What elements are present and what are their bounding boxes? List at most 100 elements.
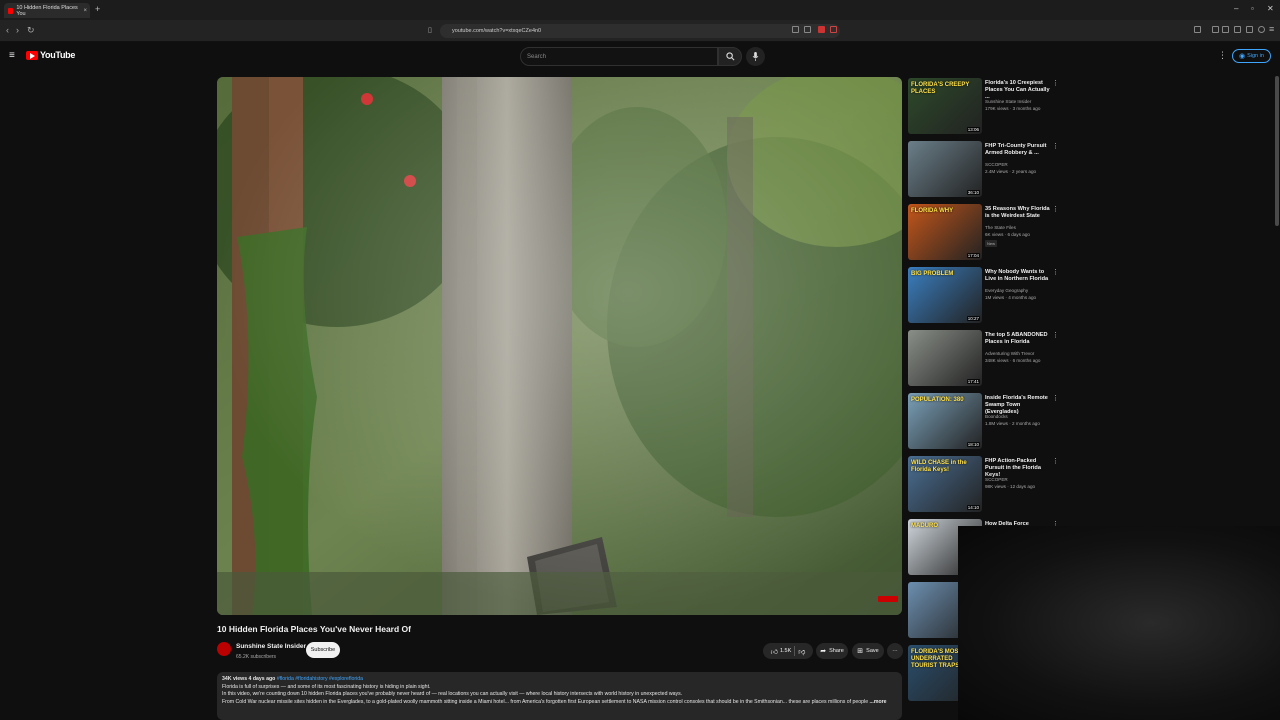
url-text: youtube.com/watch?v=xtxqeCZe4n0: [452, 28, 542, 34]
recommendation-thumbnail[interactable]: FLORIDA WHY 17:04: [908, 204, 982, 260]
tab-title: 10 Hidden Florida Places You: [16, 4, 78, 17]
video-duration: 36:10: [966, 190, 980, 195]
dislike-button[interactable]: 👎︎: [798, 647, 805, 656]
recommendation-item[interactable]: FLORIDA'S CREEPY PLACES 13:06 Florida's 10…: [908, 78, 1059, 134]
extension-icon[interactable]: [792, 26, 799, 33]
channel-name[interactable]: Sunshine State Insider: [236, 643, 306, 650]
recommendation-menu-icon[interactable]: ⋮: [1052, 394, 1059, 402]
recommendation-item[interactable]: WILD CHASE in the Florida Keys! 14:10 FHP …: [908, 456, 1059, 512]
play-icon: [30, 53, 35, 59]
show-more-link[interactable]: ...more: [870, 699, 887, 705]
browser-tabbar: 10 Hidden Florida Places You × + – ▫ ✕: [0, 0, 1280, 20]
recommendation-title: Florida's 10 Creepiest Places You Can Ac…: [985, 80, 1050, 100]
save-button[interactable]: ⊞ Save: [852, 643, 884, 659]
video-duration: 17:04: [966, 253, 980, 258]
reload-icon[interactable]: ↻: [27, 25, 35, 36]
subscribe-button[interactable]: Subscribe: [306, 642, 340, 658]
account-circle-icon: ◉: [1239, 53, 1246, 60]
recommendation-meta: 1M views · 4 months ago: [985, 295, 1037, 300]
recommendation-channel: Sunshine State Insider: [985, 99, 1032, 104]
recommendation-menu-icon[interactable]: ⋮: [1052, 205, 1059, 213]
recommendation-item[interactable]: POPULATION: 380 18:10 Inside Florida's Rem…: [908, 393, 1059, 449]
browser-toolbar: ‹ › ↻ ▯ youtube.com/watch?v=xtxqeCZe4n0 …: [0, 20, 1280, 42]
recommendation-menu-icon[interactable]: ⋮: [1052, 457, 1059, 465]
recommendation-title: FHP Tri-County Pursuit Armed Robbery & .…: [985, 143, 1047, 156]
recommendation-thumbnail[interactable]: BIG PROBLEM 10:27: [908, 267, 982, 323]
leo-icon[interactable]: [1246, 26, 1253, 33]
youtube-favicon-icon: [8, 7, 14, 14]
back-icon[interactable]: ‹: [6, 25, 9, 35]
recommendation-menu-icon[interactable]: ⋮: [1052, 331, 1059, 339]
page-scrollbar[interactable]: [1275, 76, 1279, 226]
hamburger-menu-icon[interactable]: ≡: [9, 50, 15, 61]
recommendation-meta: 6K views · 6 days ago: [985, 232, 1030, 237]
alert-extension-icon[interactable]: [830, 26, 837, 33]
minimize-icon[interactable]: –: [1234, 4, 1238, 13]
recommendation-thumbnail[interactable]: WILD CHASE in the Florida Keys! 14:10: [908, 456, 982, 512]
thumbnail-text: FLORIDA'S CREEPY PLACES: [911, 82, 970, 95]
video-duration: 14:10: [966, 505, 980, 510]
recommendation-menu-icon[interactable]: ⋮: [1052, 79, 1059, 87]
browser-tab[interactable]: 10 Hidden Florida Places You ×: [4, 3, 90, 18]
forward-icon[interactable]: ›: [16, 25, 19, 35]
channel-avatar[interactable]: [217, 642, 231, 656]
description-hashtags[interactable]: #florida #floridahistory #exploreflorida: [277, 676, 363, 682]
address-bar[interactable]: youtube.com/watch?v=xtxqeCZe4n0: [440, 24, 840, 38]
recommendation-thumbnail[interactable]: FLORIDA'S CREEPY PLACES 13:06: [908, 78, 982, 134]
recommendation-title: The top 5 ABANDONED Places in Florida: [985, 332, 1048, 345]
like-dislike-group: 👍︎ 1.5K 👎︎: [763, 643, 813, 659]
sign-in-button[interactable]: ◉ Sign in: [1232, 49, 1271, 63]
recommendation-title: FHP Action-Packed Pursuit in the Florida…: [985, 458, 1041, 478]
recommendation-item[interactable]: 36:10 FHP Tri-County Pursuit Armed Robber…: [908, 141, 1059, 197]
recommendation-item[interactable]: BIG PROBLEM 10:27 Why Nobody Wants to Live…: [908, 267, 1059, 323]
search-button[interactable]: [718, 47, 742, 66]
voice-search-button[interactable]: [746, 47, 765, 66]
video-player[interactable]: [217, 77, 902, 615]
recommendation-item[interactable]: FLORIDA WHY 17:04 35 Reasons Why Florida i…: [908, 204, 1059, 260]
shield-extension-icon[interactable]: [818, 26, 825, 33]
recommendation-thumbnail[interactable]: 17:41: [908, 330, 982, 386]
video-duration: 10:27: [966, 316, 980, 321]
close-tab-icon[interactable]: ×: [83, 8, 87, 14]
more-actions-label: ···: [892, 648, 898, 654]
wallet-icon[interactable]: [1234, 26, 1241, 33]
video-duration: 18:10: [966, 442, 980, 447]
description-meta: 34K views 4 days ago: [222, 676, 276, 682]
extensions-puzzle-icon[interactable]: [1212, 26, 1219, 33]
recommendation-meta: 2.4M views · 2 years ago: [985, 169, 1037, 174]
recommendation-meta: 98K views · 12 days ago: [985, 484, 1036, 489]
recommendation-thumbnail[interactable]: 36:10: [908, 141, 982, 197]
video-description[interactable]: 34K views 4 days ago #florida #floridahi…: [217, 672, 902, 720]
recommendation-meta: 1.8M views · 2 months ago: [985, 421, 1040, 426]
recommendation-thumbnail[interactable]: POPULATION: 380 18:10: [908, 393, 982, 449]
new-tab-button[interactable]: +: [95, 4, 100, 14]
recommendation-menu-icon[interactable]: ⋮: [1052, 142, 1059, 150]
bookmark-icon[interactable]: ▯: [428, 26, 432, 34]
recommendation-channel: The State Files: [985, 225, 1016, 230]
video-duration: 13:06: [966, 127, 980, 132]
maximize-icon[interactable]: ▫: [1251, 4, 1254, 13]
browser-menu-icon[interactable]: ≡: [1269, 24, 1274, 34]
microphone-icon: [752, 52, 759, 61]
recommendation-channel: Adventuring With Trevor: [985, 351, 1035, 356]
youtube-header: ≡ YouTube Search ⋮ ◉ Sign in: [0, 42, 1280, 72]
profile-icon[interactable]: [1258, 26, 1265, 33]
dark-overlay-panel: [958, 526, 1280, 720]
recommendation-item[interactable]: 17:41 The top 5 ABANDONED Places in Flori…: [908, 330, 1059, 386]
description-line-2: In this video, we're counting down 10 hi…: [222, 691, 683, 698]
search-input[interactable]: Search: [520, 47, 718, 66]
recommendation-menu-icon[interactable]: ⋮: [1052, 268, 1059, 276]
share-label: Share: [829, 648, 844, 654]
like-button[interactable]: 👍︎ 1.5K: [771, 647, 792, 656]
logo-text: YouTube: [40, 50, 76, 60]
settings-kebab-icon[interactable]: ⋮: [1218, 50, 1227, 61]
share-button[interactable]: ➦ Share: [816, 643, 848, 659]
recommendation-channel: SCCOPER: [985, 162, 1008, 167]
sidebar-icon[interactable]: [1194, 26, 1201, 33]
save-label: Save: [866, 648, 879, 654]
window-close-icon[interactable]: ✕: [1267, 4, 1274, 13]
reading-list-icon[interactable]: [1222, 26, 1229, 33]
youtube-watermark-icon: [878, 596, 898, 602]
share-page-icon[interactable]: [804, 26, 811, 33]
more-actions-button[interactable]: ···: [887, 643, 903, 659]
